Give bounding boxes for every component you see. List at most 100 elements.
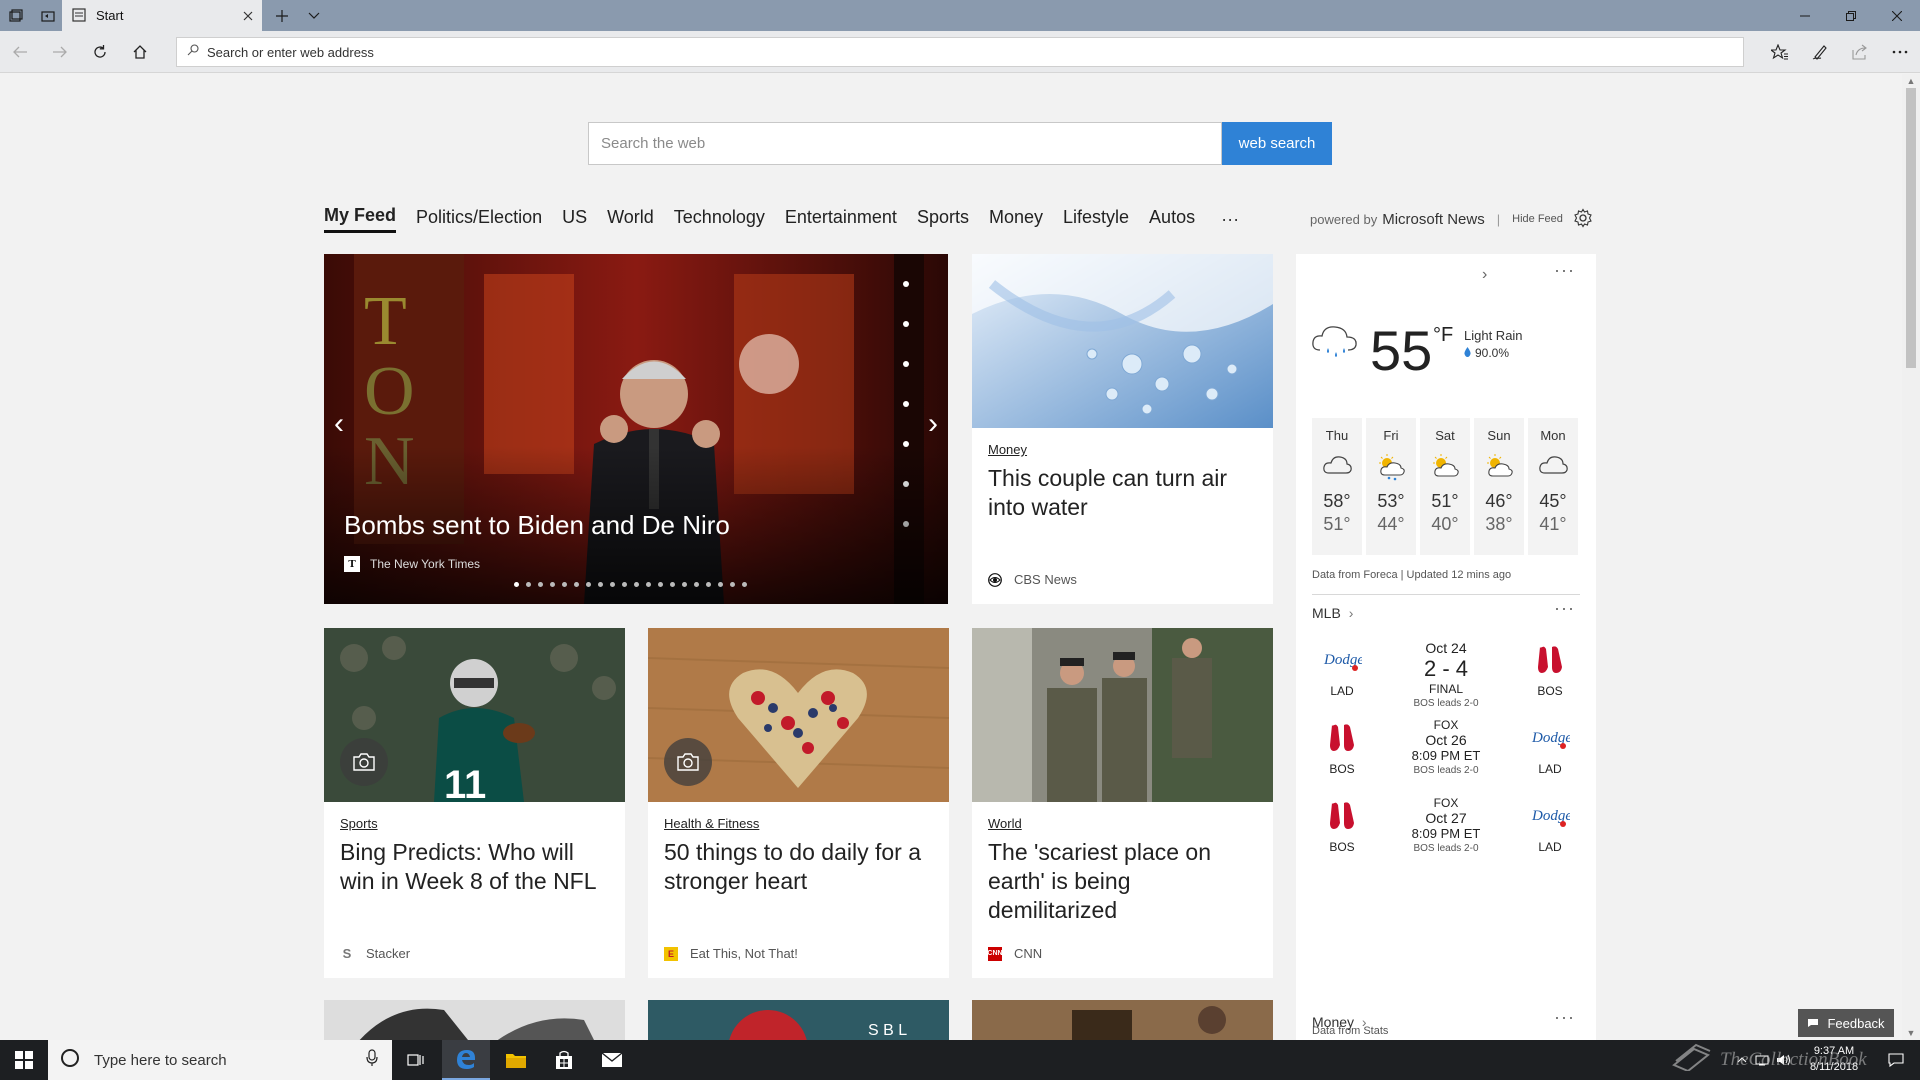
carousel-dot[interactable]	[550, 582, 555, 587]
hide-feed-button[interactable]: Hide Feed	[1512, 213, 1563, 225]
carousel-dot[interactable]	[742, 582, 747, 587]
scroll-down-icon[interactable]: ▼	[1906, 1028, 1916, 1038]
close-window-icon[interactable]	[1874, 0, 1920, 31]
edge-browser-icon[interactable]	[442, 1040, 490, 1080]
gear-icon[interactable]	[1573, 207, 1593, 231]
carousel-dot[interactable]	[634, 582, 639, 587]
share-icon[interactable]	[1840, 31, 1880, 73]
forecast-day[interactable]: Fri 53° 44°	[1366, 418, 1416, 555]
favorites-icon[interactable]	[1760, 31, 1800, 73]
page-scrollbar[interactable]: ▲ ▼	[1902, 74, 1920, 1040]
carousel-dot[interactable]	[658, 582, 663, 587]
feed-tab-technology[interactable]: Technology	[674, 207, 765, 232]
news-card-partial[interactable]	[324, 1000, 625, 1040]
carousel-dot[interactable]	[538, 582, 543, 587]
feed-tab-lifestyle[interactable]: Lifestyle	[1063, 207, 1129, 232]
tab-manager-icon[interactable]	[4, 0, 28, 31]
feed-tab-entertainment[interactable]: Entertainment	[785, 207, 897, 232]
news-card-money[interactable]: Money This couple can turn air into wate…	[972, 254, 1273, 604]
feed-tab-sports[interactable]: Sports	[917, 207, 969, 232]
feed-nav-more-button[interactable]: ···	[1221, 209, 1239, 230]
carousel-dot[interactable]	[598, 582, 603, 587]
carousel-dot[interactable]	[730, 582, 735, 587]
home-icon[interactable]	[120, 31, 160, 73]
money-module-header[interactable]: Money ›	[1312, 1014, 1367, 1030]
feed-tab-money[interactable]: Money	[989, 207, 1043, 232]
news-card-world[interactable]: World The 'scariest place on earth' is b…	[972, 628, 1273, 978]
web-search-button[interactable]: web search	[1222, 122, 1332, 165]
carousel-dot[interactable]	[646, 582, 651, 587]
taskbar-search-box[interactable]: Type here to search	[48, 1040, 392, 1080]
minimize-icon[interactable]	[1782, 0, 1828, 31]
carousel-dot[interactable]	[586, 582, 591, 587]
feed-tab-politics[interactable]: Politics/Election	[416, 207, 542, 232]
restore-icon[interactable]	[1828, 0, 1874, 31]
tab-preview-chevron-icon[interactable]	[302, 0, 326, 31]
news-card-sports[interactable]: 11 Sports Bing Predicts: Who will win in…	[324, 628, 625, 978]
chevron-right-icon[interactable]: ›	[1482, 266, 1487, 284]
carousel-dot[interactable]	[610, 582, 615, 587]
windows-start-icon[interactable]	[0, 1040, 48, 1080]
mlb-header[interactable]: MLB ›	[1312, 605, 1353, 621]
card-category[interactable]: Money	[988, 442, 1027, 457]
carousel-next-icon[interactable]: ›	[918, 404, 948, 444]
card-headline[interactable]: The 'scariest place on earth' is being d…	[988, 838, 1260, 925]
feed-tab-my-feed[interactable]: My Feed	[324, 205, 397, 233]
forecast-day[interactable]: Sat 51° 40°	[1420, 418, 1470, 555]
news-card-partial[interactable]	[972, 1000, 1273, 1040]
back-icon[interactable]	[0, 31, 40, 73]
forecast-day[interactable]: Sun 46° 38°	[1474, 418, 1524, 555]
refresh-icon[interactable]	[80, 31, 120, 73]
hero-carousel[interactable]: T O N ‹ › Bombs sent to Biden and De Nir…	[324, 254, 948, 604]
card-headline[interactable]: Bing Predicts: Who will win in Week 8 of…	[340, 838, 612, 896]
feed-tab-autos[interactable]: Autos	[1149, 207, 1195, 232]
carousel-dot[interactable]	[526, 582, 531, 587]
feed-tab-world[interactable]: World	[607, 207, 654, 232]
hero-headline[interactable]: Bombs sent to Biden and De Niro	[344, 510, 730, 541]
card-headline[interactable]: 50 things to do daily for a stronger hea…	[664, 838, 936, 896]
scroll-thumb[interactable]	[1906, 88, 1916, 368]
carousel-dot[interactable]	[718, 582, 723, 587]
file-explorer-icon[interactable]	[492, 1040, 540, 1080]
web-search-input[interactable]	[588, 122, 1222, 165]
feed-tab-us[interactable]: US	[562, 207, 587, 232]
mlb-game[interactable]: BOS FOX Oct 26 8:09 PM ET BOS leads 2-0 …	[1312, 718, 1580, 798]
money-more-icon[interactable]: ···	[1554, 1007, 1575, 1028]
carousel-dot[interactable]	[562, 582, 567, 587]
set-aside-tabs-icon[interactable]	[36, 0, 60, 31]
address-input[interactable]	[207, 44, 1607, 60]
forward-icon[interactable]	[40, 31, 80, 73]
carousel-dot[interactable]	[574, 582, 579, 587]
forecast-day[interactable]: Mon 45° 41°	[1528, 418, 1578, 555]
mlb-game[interactable]: Dodgers LAD Oct 24 2 - 4 FINAL BOS leads…	[1312, 640, 1580, 720]
mlb-game[interactable]: BOS FOX Oct 27 8:09 PM ET BOS leads 2-0 …	[1312, 796, 1580, 876]
forecast-day[interactable]: Thu 58° 51°	[1312, 418, 1362, 555]
task-view-icon[interactable]	[392, 1040, 440, 1080]
news-card-partial[interactable]: S B L	[648, 1000, 949, 1040]
close-tab-icon[interactable]	[234, 0, 262, 31]
address-bar[interactable]	[176, 37, 1744, 67]
carousel-dot[interactable]	[682, 582, 687, 587]
microsoft-news-link[interactable]: Microsoft News	[1382, 211, 1485, 228]
card-category[interactable]: World	[988, 816, 1022, 831]
carousel-dot[interactable]	[622, 582, 627, 587]
card-headline[interactable]: This couple can turn air into water	[988, 464, 1260, 522]
pen-icon[interactable]	[1800, 31, 1840, 73]
weather-more-icon[interactable]: ···	[1554, 260, 1575, 281]
mail-icon[interactable]	[588, 1040, 636, 1080]
microphone-icon[interactable]	[366, 1048, 378, 1072]
scroll-up-icon[interactable]: ▲	[1906, 76, 1916, 86]
settings-more-icon[interactable]	[1880, 31, 1920, 73]
feedback-button[interactable]: Feedback	[1798, 1009, 1894, 1037]
carousel-dot[interactable]	[694, 582, 699, 587]
carousel-dot[interactable]	[706, 582, 711, 587]
carousel-dot[interactable]	[670, 582, 675, 587]
tab-start[interactable]: Start	[62, 0, 262, 31]
store-icon[interactable]	[540, 1040, 588, 1080]
new-tab-icon[interactable]	[270, 0, 294, 31]
news-card-health[interactable]: Health & Fitness 50 things to do daily f…	[648, 628, 949, 978]
card-category[interactable]: Sports	[340, 816, 378, 831]
carousel-dot[interactable]	[514, 582, 519, 587]
card-category[interactable]: Health & Fitness	[664, 816, 759, 831]
carousel-prev-icon[interactable]: ‹	[324, 404, 354, 444]
